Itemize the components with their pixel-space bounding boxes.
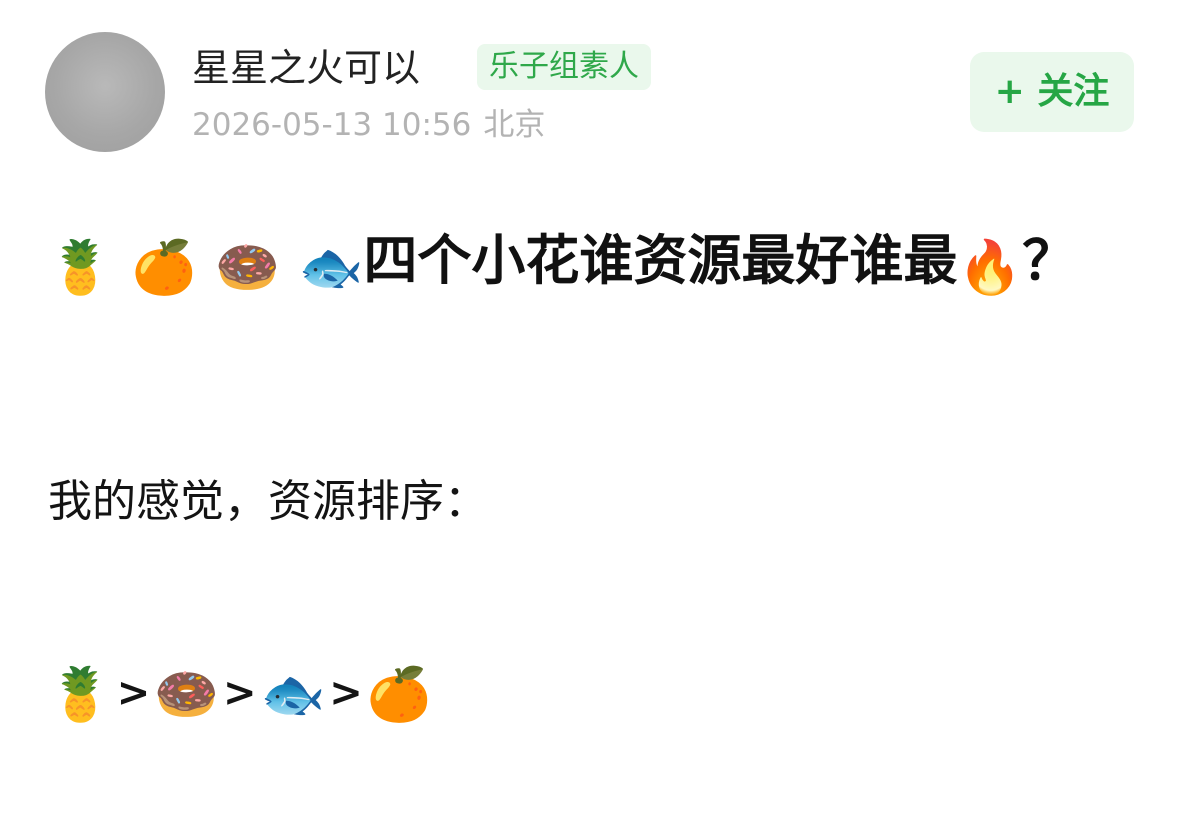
orange-emoji: 🍊 <box>131 238 197 298</box>
donut-emoji: 🍩 <box>215 238 280 298</box>
fire-emoji: 🔥 <box>957 238 1023 298</box>
post-title: 🍍 🍊 🍩 🐟四个小花谁资源最好谁最🔥？ <box>48 218 1138 304</box>
pineapple-emoji: 🍍 <box>48 238 113 298</box>
author-badge[interactable]: 乐子组素人 <box>477 44 651 90</box>
fish-emoji: 🐟 <box>260 665 326 725</box>
avatar[interactable] <box>45 32 165 152</box>
greater-than-sign: > <box>223 670 257 716</box>
post-title-text: 四个小花谁资源最好谁最 <box>363 229 958 292</box>
post-paragraph: 我的感觉，资源排序： <box>48 476 488 527</box>
post-timestamp: 2026-05-13 10:56 <box>192 107 472 143</box>
orange-emoji: 🍊 <box>366 665 432 725</box>
fish-emoji: 🐟 <box>298 238 364 298</box>
post-card: 星星之火可以 乐子组素人 2026-05-13 10:56 北京 + 关注 🍍 🍊… <box>0 0 1179 828</box>
ranking-line: 🍍 >🍩 >🐟 >🍊 <box>48 660 432 725</box>
donut-emoji: 🍩 <box>154 665 220 725</box>
post-meta: 2026-05-13 10:56 北京 <box>192 105 545 145</box>
greater-than-sign: > <box>116 670 151 716</box>
follow-button[interactable]: + 关注 <box>970 52 1134 132</box>
post-title-end: ？ <box>1022 229 1077 292</box>
pineapple-emoji: 🍍 <box>48 665 113 725</box>
author-name[interactable]: 星星之火可以 <box>192 42 420 94</box>
greater-than-sign: > <box>329 670 363 716</box>
post-location: 北京 <box>483 107 546 143</box>
